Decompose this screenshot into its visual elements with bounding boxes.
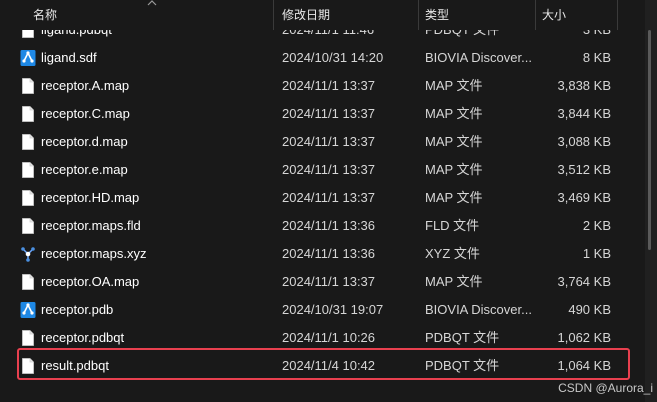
sort-ascending-icon	[147, 0, 157, 6]
file-modified-date: 2024/11/1 13:37	[282, 190, 376, 205]
column-divider[interactable]	[418, 0, 419, 30]
file-name: receptor.A.map	[41, 78, 130, 93]
document-icon	[20, 161, 36, 179]
file-modified-date: 2024/11/4 10:42	[282, 358, 376, 373]
document-icon	[20, 273, 36, 291]
column-divider[interactable]	[273, 0, 274, 30]
file-modified-date: 2024/11/1 13:37	[282, 78, 376, 93]
column-header-type[interactable]: 类型	[425, 0, 449, 30]
file-modified-date: 2024/10/31 14:20	[282, 50, 384, 65]
column-divider[interactable]	[535, 0, 536, 30]
file-type: XYZ 文件	[425, 246, 480, 261]
file-type: MAP 文件	[425, 134, 483, 149]
file-list-pane: 名称 修改日期 类型 大小 ligand.pdbqt2024/11/1 11:4…	[0, 0, 645, 402]
file-row[interactable]: receptor.OA.map 2024/11/1 13:37 MAP 文件 3,76…	[0, 268, 645, 296]
document-icon	[20, 189, 36, 207]
file-name: receptor.HD.map	[41, 190, 140, 205]
file-row-highlighted[interactable]: result.pdbqt 2024/11/4 10:42 PDBQT 文件 1,064…	[0, 348, 645, 380]
document-icon	[20, 77, 36, 95]
biovia-discovery-icon	[20, 301, 36, 319]
file-name: receptor.OA.map	[41, 274, 140, 289]
column-header-bar: 名称 修改日期 类型 大小	[0, 0, 645, 30]
file-size: 3,764 KB	[557, 274, 612, 289]
file-name: result.pdbqt	[41, 358, 109, 373]
xyz-molecule-icon	[20, 245, 36, 263]
file-name: receptor.C.map	[41, 106, 130, 121]
watermark: CSDN @Aurora_i	[558, 381, 653, 395]
file-name: receptor.d.map	[41, 134, 128, 149]
file-type: MAP 文件	[425, 162, 483, 177]
file-rows: ligand.pdbqt2024/11/1 11:46PDBQT 文件3 KBl…	[0, 16, 645, 380]
file-modified-date: 2024/11/1 10:26	[282, 330, 376, 345]
vertical-scrollbar[interactable]	[645, 0, 657, 402]
file-modified-date: 2024/11/1 13:37	[282, 162, 376, 177]
file-row[interactable]: receptor.maps.fld 2024/11/1 13:36 FLD 文件 2 …	[0, 212, 645, 240]
file-name: ligand.sdf	[41, 50, 97, 65]
file-size: 3,088 KB	[557, 134, 612, 149]
file-modified-date: 2024/11/1 13:37	[282, 134, 376, 149]
biovia-discovery-icon	[20, 49, 36, 67]
file-name: receptor.maps.xyz	[41, 246, 147, 261]
file-row[interactable]: receptor.e.map 2024/11/1 13:37 MAP 文件 3,512…	[0, 156, 645, 184]
scrollbar-thumb[interactable]	[648, 30, 651, 250]
column-divider[interactable]	[617, 0, 618, 30]
file-row[interactable]: receptor.d.map 2024/11/1 13:37 MAP 文件 3,088…	[0, 128, 645, 156]
document-icon	[20, 329, 36, 347]
file-type: PDBQT 文件	[425, 330, 500, 345]
file-row[interactable]: receptor.pdbqt 2024/11/1 10:26 PDBQT 文件 1,0…	[0, 324, 645, 352]
file-size: 8 KB	[582, 50, 611, 65]
file-type: MAP 文件	[425, 106, 483, 121]
file-row[interactable]: ligand.sdf 2024/10/31 14:20 BIOVIA Discove…	[0, 44, 645, 72]
file-type: MAP 文件	[425, 78, 483, 93]
file-size: 3,469 KB	[557, 190, 612, 205]
column-header-name[interactable]: 名称	[33, 0, 57, 30]
file-size: 3,838 KB	[557, 78, 612, 93]
file-modified-date: 2024/11/1 13:36	[282, 246, 376, 261]
document-icon	[20, 217, 36, 235]
file-size: 490 KB	[568, 302, 611, 317]
file-row[interactable]: receptor.C.map 2024/11/1 13:37 MAP 文件 3,844…	[0, 100, 645, 128]
file-row[interactable]: receptor.maps.xyz 2024/11/1 13:36 XYZ 文件 1 …	[0, 240, 645, 268]
file-type: MAP 文件	[425, 190, 483, 205]
file-size: 1,064 KB	[557, 358, 612, 373]
file-size: 1,062 KB	[557, 330, 612, 345]
file-type: PDBQT 文件	[425, 358, 500, 373]
file-name: receptor.maps.fld	[41, 218, 141, 233]
file-size: 3,512 KB	[557, 162, 612, 177]
file-modified-date: 2024/11/1 13:36	[282, 218, 376, 233]
file-type: MAP 文件	[425, 274, 483, 289]
file-size: 3,844 KB	[557, 106, 612, 121]
file-name: receptor.pdbqt	[41, 330, 125, 345]
column-header-size[interactable]: 大小	[542, 0, 566, 30]
file-modified-date: 2024/11/1 13:37	[282, 106, 376, 121]
file-size: 2 KB	[582, 218, 611, 233]
file-row[interactable]: receptor.HD.map 2024/11/1 13:37 MAP 文件 3,46…	[0, 184, 645, 212]
column-header-date[interactable]: 修改日期	[282, 0, 330, 30]
file-type: BIOVIA Discover...	[425, 50, 532, 65]
document-icon	[20, 105, 36, 123]
file-type: BIOVIA Discover...	[425, 302, 532, 317]
file-type: FLD 文件	[425, 218, 480, 233]
file-row[interactable]: receptor.pdb 2024/10/31 19:07 BIOVIA Disco…	[0, 296, 645, 324]
file-size: 1 KB	[582, 246, 611, 261]
document-icon	[20, 133, 36, 151]
file-name: receptor.pdb	[41, 302, 114, 317]
file-modified-date: 2024/10/31 19:07	[282, 302, 384, 317]
file-row[interactable]: receptor.A.map 2024/11/1 13:37 MAP 文件 3,838…	[0, 72, 645, 100]
file-modified-date: 2024/11/1 13:37	[282, 274, 376, 289]
document-icon	[20, 357, 36, 375]
file-name: receptor.e.map	[41, 162, 128, 177]
